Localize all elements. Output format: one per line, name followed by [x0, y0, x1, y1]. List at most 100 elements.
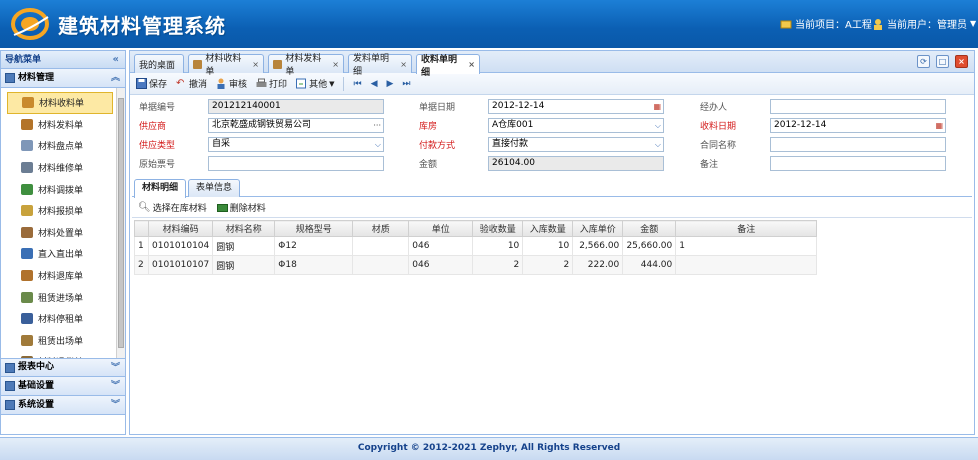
delete-material-button[interactable]: 删除材料 [216, 201, 266, 214]
sidebar-item[interactable]: 材料盘点单 [7, 135, 113, 157]
sidebar-item[interactable]: 材料发料单 [7, 114, 113, 136]
sidebar-item[interactable]: 材料退货单 [7, 351, 113, 358]
tab-form-info[interactable]: 表单信息 [188, 179, 241, 197]
tab-receive-order[interactable]: 材料收料单 × [188, 54, 264, 77]
close-icon[interactable]: × [468, 60, 475, 69]
column-header[interactable]: 备注 [675, 220, 818, 237]
maximize-icon[interactable]: □ [936, 55, 949, 68]
chevron-down-icon[interactable]: ︾ [111, 359, 120, 378]
cell-check-qty[interactable]: 2 [472, 255, 524, 275]
cell-unit[interactable]: 046 [408, 255, 474, 275]
close-icon[interactable]: × [400, 60, 407, 69]
undo-button[interactable]: ↶ 撤消 [176, 77, 207, 90]
doc-date-field[interactable]: 2012-12-14 ▦ [488, 99, 664, 114]
current-user[interactable]: 当前用户：管理员 ▼ [872, 16, 976, 31]
cell-spec[interactable]: Φ18 [274, 255, 354, 275]
cell-price[interactable]: 222.00 [572, 255, 624, 275]
more-icon[interactable]: ··· [373, 119, 381, 132]
select-material-button[interactable]: 🔍︎ 选择在库材料 [138, 201, 207, 214]
cell-check-qty[interactable]: 10 [472, 236, 524, 256]
amount-field[interactable]: 26104.00 [488, 156, 664, 171]
cell-material[interactable] [352, 236, 410, 256]
column-header[interactable]: 材料编码 [147, 220, 214, 237]
first-record-icon[interactable]: ⏮ [353, 79, 361, 89]
doc-no-field[interactable]: 201212140001 [208, 99, 384, 114]
tab-receive-detail[interactable]: 收料单明细 × [416, 54, 480, 78]
scroll-thumb[interactable] [118, 98, 124, 348]
cell-material[interactable] [352, 255, 410, 275]
sidebar-item[interactable]: 直入直出单 [7, 243, 113, 265]
column-header[interactable]: 材料名称 [212, 220, 276, 237]
supplier-field[interactable]: 北京乾盛成钢铁贸易公司 ··· [208, 118, 384, 133]
prev-record-icon[interactable]: ◀ [371, 79, 378, 89]
chevron-down-icon[interactable]: ︾ [111, 377, 120, 396]
table-row[interactable]: 2 0101010107 圆钢 Φ18 046 2 2 222.00 444.0… [134, 255, 818, 275]
cell-code[interactable]: 0101010104 [147, 236, 214, 256]
remark-field[interactable] [770, 156, 946, 171]
cell-in-qty[interactable]: 10 [522, 236, 574, 256]
close-icon[interactable]: × [252, 60, 259, 69]
cell-amount[interactable]: 25,660.00 [622, 236, 677, 256]
menu-scrollbar[interactable] [116, 88, 125, 358]
other-menu-button[interactable]: 其他 ▼ [296, 77, 334, 90]
sidebar-item[interactable]: 材料停租单 [7, 308, 113, 330]
cell-code[interactable]: 0101010107 [147, 255, 214, 275]
chevron-down-icon[interactable]: ⌵ [655, 119, 661, 132]
refresh-icon[interactable]: ⟳ [917, 55, 930, 68]
cell-remark[interactable] [675, 255, 818, 275]
close-window-icon[interactable]: × [955, 55, 968, 68]
menu-group-material[interactable]: 材料管理 ︽ [1, 69, 125, 88]
tab-desktop[interactable]: 我的桌面 [134, 54, 184, 73]
chevron-down-icon[interactable]: ︾ [111, 396, 120, 415]
close-icon[interactable]: × [332, 60, 339, 69]
tab-issue-order[interactable]: 材料发料单 × [268, 54, 344, 77]
handler-field[interactable] [770, 99, 946, 114]
menu-group-reports[interactable]: 报表中心 ︾ [1, 358, 125, 377]
cell-amount[interactable]: 444.00 [622, 255, 677, 275]
pay-method-select[interactable]: 直接付款 ⌵ [488, 137, 664, 152]
cell-spec[interactable]: Φ12 [274, 236, 354, 256]
sidebar-item[interactable]: 材料报损单 [7, 200, 113, 222]
calendar-icon[interactable]: ▦ [935, 119, 943, 132]
cell-name[interactable]: 圆钢 [212, 236, 276, 256]
column-header[interactable]: 金额 [622, 220, 677, 237]
save-button[interactable]: 保存 [136, 77, 167, 90]
last-record-icon[interactable]: ⏭ [402, 79, 410, 89]
sidebar-item[interactable]: 材料收料单 [7, 92, 113, 114]
tab-material-detail[interactable]: 材料明细 [134, 179, 187, 198]
chevron-down-icon[interactable]: ⌵ [375, 138, 381, 151]
sidebar-item[interactable]: 材料处置单 [7, 222, 113, 244]
collapse-sidebar-icon[interactable]: « [113, 51, 119, 69]
sidebar-item[interactable]: 租赁出场单 [7, 330, 113, 352]
chevron-up-icon[interactable]: ︽ [111, 69, 120, 88]
supply-type-select[interactable]: 自采 ⌵ [208, 137, 384, 152]
audit-button[interactable]: 审核 [216, 77, 247, 90]
column-header[interactable]: 入库单价 [572, 220, 624, 237]
chevron-down-icon[interactable]: ⌵ [655, 138, 661, 151]
column-header[interactable]: 规格型号 [274, 220, 354, 237]
current-project[interactable]: 当前项目：A工程 [780, 16, 872, 31]
sidebar-item[interactable]: 材料退库单 [7, 265, 113, 287]
menu-group-basic[interactable]: 基础设置 ︾ [1, 377, 125, 396]
sidebar-item[interactable]: 材料调拨单 [7, 178, 113, 200]
tab-issue-detail[interactable]: 发料单明细 × [348, 54, 412, 77]
recv-date-field[interactable]: 2012-12-14 ▦ [770, 118, 946, 133]
cell-in-qty[interactable]: 2 [522, 255, 574, 275]
cell-price[interactable]: 2,566.00 [572, 236, 624, 256]
sidebar-item[interactable]: 材料维修单 [7, 157, 113, 179]
column-header[interactable]: 入库数量 [522, 220, 574, 237]
warehouse-select[interactable]: A仓库001 ⌵ [488, 118, 664, 133]
menu-group-system[interactable]: 系统设置 ︾ [1, 396, 125, 415]
sidebar-item[interactable]: 租赁进场单 [7, 286, 113, 308]
calendar-icon[interactable]: ▦ [653, 100, 661, 113]
contract-field[interactable] [770, 137, 946, 152]
orig-no-field[interactable] [208, 156, 384, 171]
column-header[interactable]: 材质 [352, 220, 410, 237]
cell-unit[interactable]: 046 [408, 236, 474, 256]
column-header[interactable]: 验收数量 [472, 220, 524, 237]
cell-remark[interactable]: 1 [675, 236, 818, 256]
next-record-icon[interactable]: ▶ [387, 79, 394, 89]
table-row[interactable]: 1 0101010104 圆钢 Φ12 046 10 10 2,566.00 2… [134, 236, 818, 256]
column-header[interactable]: 单位 [408, 220, 474, 237]
cell-name[interactable]: 圆钢 [212, 255, 276, 275]
